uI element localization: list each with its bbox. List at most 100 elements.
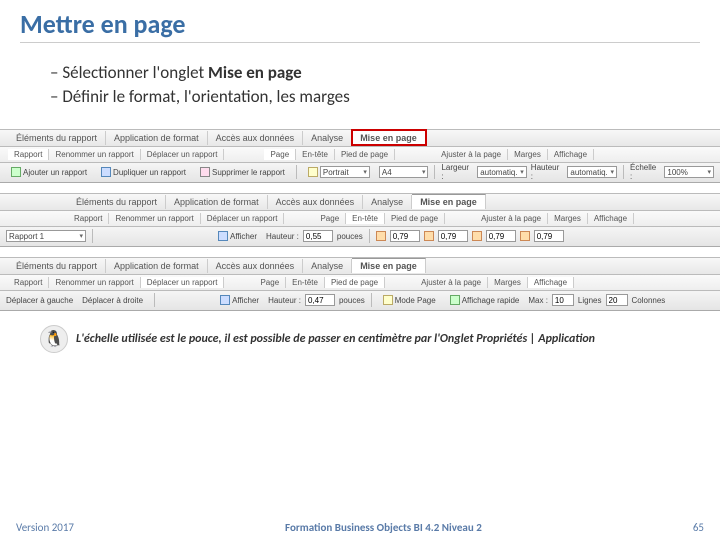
add-report-button[interactable]: Ajouter un rapport [6,165,92,179]
margin-1[interactable] [390,230,420,242]
height-label-3: Hauteur : [268,296,301,305]
subtab-margins[interactable]: Marges [508,149,548,160]
subtab-move-2[interactable]: Déplacer un rapport [201,213,285,224]
unit-2: pouces [337,232,363,241]
margin-2[interactable] [438,230,468,242]
subtab-move-3[interactable]: Déplacer un rapport [141,277,225,288]
unit-3: pouces [339,296,365,305]
tab-analyse-2[interactable]: Analyse [363,195,412,209]
tab-layout-3[interactable]: Mise en page [352,258,426,273]
tab-elements-3[interactable]: Éléments du rapport [8,259,106,273]
max-label: Max : [528,296,548,305]
subtab-display-2[interactable]: Affichage [588,213,634,224]
page-mode-icon [383,295,393,305]
tab-row-1: Éléments du rapport Application de forma… [0,129,720,147]
show-button-3[interactable]: Afficher [215,293,264,307]
footer-title: Formation Business Objects BI 4.2 Niveau… [285,521,482,534]
tab-elements[interactable]: Éléments du rapport [8,131,106,145]
portrait-icon [308,167,318,177]
penguin-icon: 🐧 [40,325,68,353]
height-label: Hauteur : [531,163,564,181]
subtab-margins-3[interactable]: Marges [488,277,528,288]
subtab-header[interactable]: En-tête [296,149,335,160]
show-button[interactable]: Afficher [213,229,262,243]
footer-version: Version 2017 [16,521,74,534]
bullet-1: Sélectionner l'onglet Mise en page [50,61,700,85]
height-input-3[interactable] [305,294,335,306]
margin-bottom-icon [424,231,434,241]
subtab-page-3[interactable]: Page [254,277,286,288]
size-dropdown[interactable]: A4 [379,166,429,178]
delete-icon [200,167,210,177]
subtab-rapport[interactable]: Rapport [8,149,49,160]
subtab-display[interactable]: Affichage [548,149,594,160]
subtab-fit[interactable]: Ajuster à la page [435,149,508,160]
subtab-rename-3[interactable]: Renommer un rapport [49,277,140,288]
subtab-footer-2[interactable]: Pied de page [385,213,445,224]
note-text: L'échelle utilisée est le pouce, il est … [76,332,595,346]
move-left-label: Déplacer à gauche [6,296,73,305]
lines-input[interactable] [606,294,628,306]
tab-data-3[interactable]: Accès aux données [208,259,304,273]
show-icon-3 [220,295,230,305]
subtab-page[interactable]: Page [264,149,296,160]
note-row: 🐧 L'échelle utilisée est le pouce, il es… [40,325,700,353]
tab-elements-2[interactable]: Éléments du rapport [68,195,166,209]
tab-format-2[interactable]: Application de format [166,195,268,209]
copy-icon [101,167,111,177]
subtab-header-2[interactable]: En-tête [346,213,385,224]
tab-analyse-3[interactable]: Analyse [303,259,352,273]
tab-format-3[interactable]: Application de format [106,259,208,273]
margin-3[interactable] [486,230,516,242]
subtab-rapport-3[interactable]: Rapport [8,277,49,288]
slide-title: Mettre en page [20,8,700,43]
height-value[interactable]: automatiq. [567,166,617,178]
tab-analyse[interactable]: Analyse [303,131,352,145]
subtab-footer-3[interactable]: Pied de page [325,277,385,288]
subtab-fit-3[interactable]: Ajuster à la page [415,277,488,288]
subtab-display-3[interactable]: Affichage [528,277,574,288]
subtab-rename[interactable]: Renommer un rapport [49,149,140,160]
quick-icon [450,295,460,305]
tab-data-2[interactable]: Accès aux données [268,195,364,209]
footer-page: 65 [693,521,704,534]
lines-label: Lignes [578,296,602,305]
report-selector[interactable]: Rapport 1 [6,230,86,242]
subtab-rapport-2[interactable]: Rapport [68,213,109,224]
delete-report-button[interactable]: Supprimer le rapport [195,165,290,179]
screenshot-3: Éléments du rapport Application de forma… [0,257,720,311]
subtab-move[interactable]: Déplacer un rapport [141,149,225,160]
screenshot-2: Éléments du rapport Application de forma… [0,193,720,247]
tab-layout-2[interactable]: Mise en page [412,194,486,209]
subtab-fit-2[interactable]: Ajuster à la page [475,213,548,224]
tab-data[interactable]: Accès aux données [208,131,304,145]
duplicate-report-button[interactable]: Dupliquer un rapport [96,165,191,179]
screenshot-1: Éléments du rapport Application de forma… [0,129,720,183]
mode-page-button[interactable]: Mode Page [378,293,441,307]
subtab-footer[interactable]: Pied de page [335,149,395,160]
quick-display-button[interactable]: Affichage rapide [445,293,525,307]
tab-format[interactable]: Application de format [106,131,208,145]
slide-footer: Version 2017 Formation Business Objects … [0,521,720,534]
tab-mise-en-page[interactable]: Mise en page [352,130,426,145]
bullet-2: Définir le format, l'orientation, les ma… [50,85,700,109]
subtab-margins-2[interactable]: Marges [548,213,588,224]
max-input[interactable] [552,294,574,306]
margin-right-icon [520,231,530,241]
margin-4[interactable] [534,230,564,242]
subtab-header-3[interactable]: En-tête [286,277,325,288]
height-input-2[interactable] [303,230,333,242]
subtab-page-2[interactable]: Page [314,213,346,224]
toolbar-1: Ajouter un rapport Dupliquer un rapport … [0,163,720,183]
margin-left-icon [472,231,482,241]
width-value[interactable]: automatiq. [477,166,527,178]
subtab-rename-2[interactable]: Renommer un rapport [109,213,200,224]
move-right-button[interactable]: Déplacer à droite [77,294,148,307]
orientation-dropdown[interactable]: Portrait [303,164,375,180]
show-icon [218,231,228,241]
scale-value[interactable]: 100% [664,166,714,178]
width-label: Largeur : [441,163,473,181]
cols-label: Colonnes [632,296,666,305]
bullet-list: Sélectionner l'onglet Mise en page Défin… [50,61,700,109]
plus-icon [11,167,21,177]
